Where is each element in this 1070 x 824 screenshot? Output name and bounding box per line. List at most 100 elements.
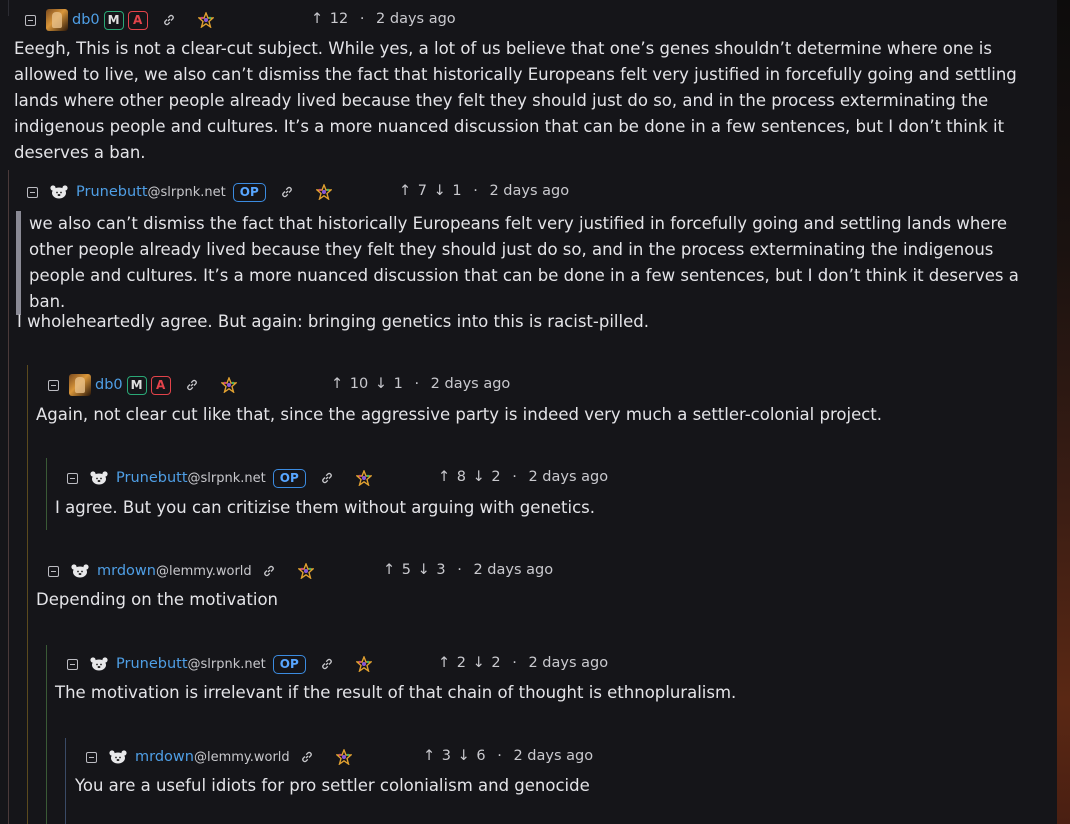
upvote-count: 3	[441, 748, 451, 764]
upvote-count: 2	[456, 655, 466, 671]
downvote-icon[interactable]: ↓	[473, 469, 485, 485]
username[interactable]: Prunebutt	[116, 656, 188, 672]
comment-body: Depending on the motivation	[36, 590, 278, 609]
collapse-toggle-icon[interactable]	[27, 186, 38, 198]
separator-dot: ·	[497, 748, 502, 764]
username[interactable]: db0	[95, 377, 123, 393]
comment-header: mrdown @lemmy.world	[48, 560, 314, 582]
upvote-icon[interactable]: ↑	[311, 11, 323, 27]
op-badge: OP	[272, 654, 306, 674]
avatar[interactable]	[69, 563, 91, 579]
upvote-icon[interactable]: ↑	[423, 748, 435, 764]
comment-header: Prunebutt @slrpnk.net OP	[67, 653, 372, 675]
link-icon[interactable]	[300, 750, 314, 764]
fediverse-star-icon[interactable]	[355, 470, 372, 486]
collapse-toggle-icon[interactable]	[48, 379, 59, 391]
upvote-count: 12	[329, 11, 349, 27]
thread-line[interactable]	[8, 0, 9, 16]
downvote-count: 1	[393, 376, 403, 392]
downvote-count: 2	[491, 469, 501, 485]
fediverse-star-icon[interactable]	[355, 656, 372, 672]
avatar[interactable]	[88, 470, 110, 486]
fediverse-star-icon[interactable]	[315, 184, 332, 200]
vote-info: ↑ 5 ↓ 3 · 2 days ago	[382, 562, 554, 578]
instance[interactable]: @lemmy.world	[156, 564, 252, 579]
collapse-toggle-icon[interactable]	[25, 14, 36, 26]
username[interactable]: mrdown	[97, 563, 156, 579]
thread-line[interactable]	[8, 170, 9, 824]
comment-header: db0 M A	[48, 374, 237, 396]
separator-dot: ·	[359, 11, 365, 27]
upvote-icon[interactable]: ↑	[331, 376, 343, 392]
downvote-icon[interactable]: ↓	[473, 655, 485, 671]
link-icon[interactable]	[262, 564, 276, 578]
thread-line[interactable]	[65, 738, 66, 824]
avatar[interactable]	[88, 656, 110, 672]
thread-line[interactable]	[46, 645, 47, 824]
link-icon[interactable]	[280, 185, 294, 199]
collapse-toggle-icon[interactable]	[48, 565, 59, 577]
link-icon[interactable]	[185, 378, 199, 392]
username[interactable]: Prunebutt	[116, 470, 188, 486]
avatar[interactable]	[46, 9, 68, 31]
username[interactable]: mrdown	[135, 749, 194, 765]
link-icon[interactable]	[320, 471, 334, 485]
avatar[interactable]	[69, 374, 91, 396]
username[interactable]: Prunebutt	[76, 184, 148, 200]
comment-body: You are a useful idiots for pro settler …	[75, 776, 590, 795]
fediverse-star-icon[interactable]	[220, 377, 237, 393]
timestamp: 2 days ago	[513, 748, 594, 764]
op-badge: OP	[232, 182, 266, 202]
vote-info: ↑ 2 ↓ 2 · 2 days ago	[437, 655, 609, 671]
upvote-icon[interactable]: ↑	[438, 469, 450, 485]
admin-badge: A	[150, 375, 171, 395]
timestamp: 2 days ago	[430, 376, 511, 392]
avatar[interactable]	[48, 184, 70, 200]
fediverse-star-icon[interactable]	[335, 749, 352, 765]
moderator-badge: M	[126, 375, 147, 395]
op-badge: OP	[272, 468, 306, 488]
upvote-count: 10	[349, 376, 369, 392]
timestamp: 2 days ago	[528, 469, 609, 485]
upvote-count: 8	[456, 469, 466, 485]
collapse-toggle-icon[interactable]	[67, 472, 78, 484]
admin-badge: A	[127, 10, 148, 30]
vote-info: ↑ 8 ↓ 2 · 2 days ago	[437, 469, 609, 485]
upvote-icon[interactable]: ↑	[383, 562, 395, 578]
separator-dot: ·	[414, 376, 420, 392]
downvote-icon[interactable]: ↓	[434, 183, 446, 199]
upvote-count: 5	[401, 562, 411, 578]
instance[interactable]: @slrpnk.net	[148, 185, 226, 200]
upvote-icon[interactable]: ↑	[438, 655, 450, 671]
downvote-icon[interactable]: ↓	[458, 748, 470, 764]
comment-body: The motivation is irrelevant if the resu…	[55, 683, 737, 702]
vote-info: ↑ 10 ↓ 1 · 2 days ago	[330, 376, 511, 392]
timestamp: 2 days ago	[376, 11, 456, 27]
collapse-toggle-icon[interactable]	[67, 658, 78, 670]
downvote-icon[interactable]: ↓	[418, 562, 430, 578]
fediverse-star-icon[interactable]	[197, 12, 214, 28]
instance[interactable]: @slrpnk.net	[188, 657, 266, 672]
fediverse-star-icon[interactable]	[297, 563, 314, 579]
link-icon[interactable]	[162, 13, 176, 27]
separator-dot: ·	[512, 469, 517, 485]
username[interactable]: db0	[72, 12, 100, 28]
instance[interactable]: @slrpnk.net	[188, 471, 266, 486]
downvote-count: 2	[491, 655, 501, 671]
downvote-icon[interactable]: ↓	[375, 376, 387, 392]
upvote-icon[interactable]: ↑	[399, 183, 411, 199]
thread-line[interactable]	[46, 458, 47, 530]
comment-header: mrdown @lemmy.world	[86, 746, 352, 768]
blockquote: we also can’t dismiss the fact that hist…	[16, 211, 1049, 315]
comment-header: Prunebutt @slrpnk.net OP	[67, 467, 372, 489]
avatar[interactable]	[107, 749, 129, 765]
comment-header: Prunebutt @slrpnk.net OP	[27, 181, 332, 203]
collapse-toggle-icon[interactable]	[86, 751, 97, 763]
thread-line[interactable]	[27, 365, 28, 824]
vote-info: ↑ 7 ↓ 1 · 2 days ago	[398, 183, 570, 199]
instance[interactable]: @lemmy.world	[194, 750, 290, 765]
moderator-badge: M	[103, 10, 124, 30]
downvote-count: 6	[476, 748, 486, 764]
link-icon[interactable]	[320, 657, 334, 671]
separator-dot: ·	[457, 562, 462, 578]
